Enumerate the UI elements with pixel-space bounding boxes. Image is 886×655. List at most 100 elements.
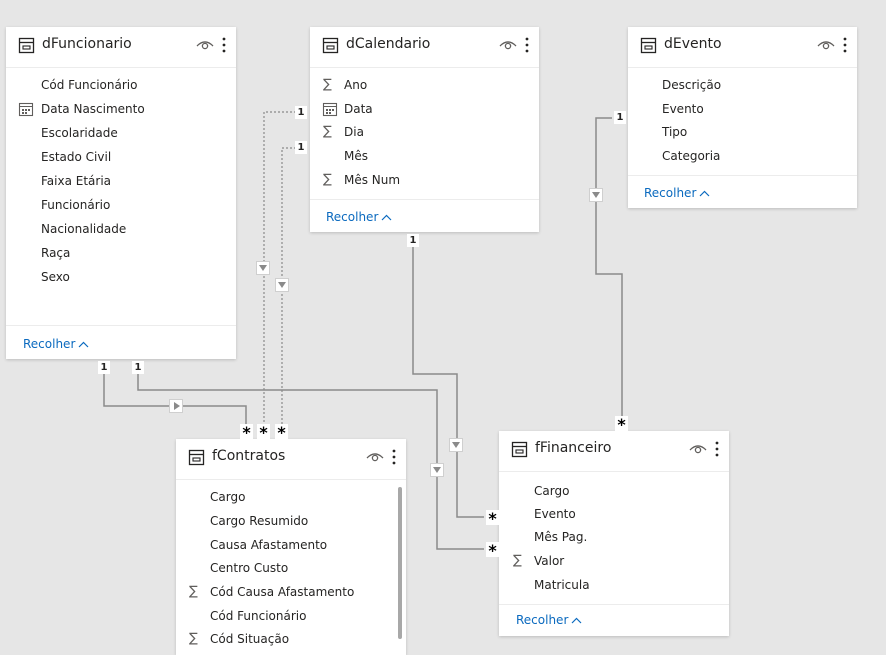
field-label: Valor bbox=[534, 554, 565, 568]
cardinality-many: * bbox=[257, 424, 270, 441]
table-card-fcontratos[interactable]: fContratos Cargo Cargo Resumido Causa Af… bbox=[176, 439, 406, 655]
divider bbox=[6, 325, 236, 326]
sigma-icon: ∑ bbox=[323, 124, 332, 139]
table-title: dCalendario bbox=[346, 36, 431, 52]
table-card-devento[interactable]: dEvento Descrição Evento Tipo Categoria … bbox=[628, 27, 857, 208]
table-title: fContratos bbox=[212, 448, 286, 464]
table-icon bbox=[511, 441, 528, 458]
eye-icon[interactable] bbox=[689, 442, 707, 456]
field-label: Tipo bbox=[662, 125, 688, 139]
divider bbox=[628, 175, 857, 176]
chevron-up-icon bbox=[699, 190, 710, 197]
cardinality-many: * bbox=[615, 416, 628, 433]
table-icon bbox=[322, 37, 339, 54]
field-label: Cargo Resumido bbox=[210, 514, 309, 528]
scrollbar[interactable] bbox=[398, 487, 402, 639]
sigma-icon: ∑ bbox=[189, 584, 198, 599]
filter-arrow-down bbox=[589, 188, 603, 202]
cardinality-one: 1 bbox=[132, 361, 144, 374]
more-options-icon[interactable] bbox=[524, 36, 530, 54]
table-title: fFinanceiro bbox=[535, 440, 612, 456]
cardinality-many: * bbox=[275, 424, 288, 441]
table-header[interactable]: dCalendario bbox=[310, 27, 539, 68]
filter-arrow-right bbox=[169, 399, 183, 413]
table-header[interactable]: fContratos bbox=[176, 439, 406, 480]
field-label: Ano bbox=[344, 78, 368, 92]
field-label: Cód Funcionário bbox=[210, 609, 307, 623]
table-header[interactable]: dEvento bbox=[628, 27, 857, 68]
collapse-label: Recolher bbox=[644, 186, 697, 200]
calendar-icon bbox=[18, 102, 34, 117]
field-label: Dia bbox=[344, 125, 364, 139]
filter-arrow-down bbox=[256, 261, 270, 275]
calendar-icon bbox=[322, 102, 338, 117]
filter-arrow-down bbox=[430, 463, 444, 477]
collapse-label: Recolher bbox=[23, 337, 76, 351]
collapse-link[interactable]: Recolher bbox=[516, 613, 582, 627]
field-label: Cargo bbox=[210, 490, 246, 504]
more-options-icon[interactable] bbox=[221, 36, 227, 54]
field-label: Raça bbox=[41, 246, 71, 260]
field-label: Causa Afastamento bbox=[210, 538, 328, 552]
field-label: Estado Civil bbox=[41, 150, 112, 164]
field-label: Evento bbox=[662, 102, 704, 116]
chevron-up-icon bbox=[381, 214, 392, 221]
divider bbox=[310, 199, 539, 200]
table-icon bbox=[640, 37, 657, 54]
table-card-dcalendario[interactable]: dCalendario ∑ Ano Data ∑ Dia Mês ∑ Mês Num … bbox=[310, 27, 539, 232]
cardinality-many: * bbox=[486, 542, 499, 559]
collapse-label: Recolher bbox=[516, 613, 569, 627]
field-label: Descrição bbox=[662, 78, 722, 92]
field-label: Categoria bbox=[662, 149, 721, 163]
field-label: Centro Custo bbox=[210, 561, 289, 575]
field-label: Mês bbox=[344, 149, 368, 163]
field-label: Mês Pag. bbox=[534, 530, 588, 544]
chevron-up-icon bbox=[571, 617, 582, 624]
field-label: Faixa Etária bbox=[41, 174, 112, 188]
field-label: Data Nascimento bbox=[41, 102, 145, 116]
more-options-icon[interactable] bbox=[842, 36, 848, 54]
field-label: Matricula bbox=[534, 578, 590, 592]
cardinality-one: 1 bbox=[614, 111, 626, 124]
sigma-icon: ∑ bbox=[323, 172, 332, 187]
chevron-up-icon bbox=[78, 341, 89, 348]
field-label: Sexo bbox=[41, 270, 70, 284]
sigma-icon: ∑ bbox=[323, 77, 332, 92]
filter-arrow-down bbox=[275, 278, 289, 292]
rel-calendario-financeiro bbox=[412, 246, 484, 518]
table-header[interactable]: dFuncionario bbox=[6, 27, 236, 68]
eye-icon[interactable] bbox=[196, 38, 214, 52]
field-label: Data bbox=[344, 102, 373, 116]
divider bbox=[499, 604, 729, 605]
cardinality-many: * bbox=[486, 510, 499, 527]
cardinality-one: 1 bbox=[98, 361, 110, 374]
eye-icon[interactable] bbox=[499, 38, 517, 52]
cardinality-one: 1 bbox=[295, 141, 307, 154]
sigma-icon: ∑ bbox=[189, 631, 198, 646]
collapse-link[interactable]: Recolher bbox=[23, 337, 89, 351]
sigma-icon: ∑ bbox=[513, 553, 522, 568]
field-label: Nacionalidade bbox=[41, 222, 127, 236]
field-label: Cód Funcionário bbox=[41, 78, 138, 92]
eye-icon[interactable] bbox=[366, 450, 384, 464]
field-label: Cód Situação bbox=[210, 632, 290, 646]
table-icon bbox=[188, 449, 205, 466]
table-title: dFuncionario bbox=[42, 36, 132, 52]
field-label: Cargo bbox=[534, 484, 570, 498]
collapse-link[interactable]: Recolher bbox=[644, 186, 710, 200]
field-label: Evento bbox=[534, 507, 576, 521]
field-label: Funcionário bbox=[41, 198, 111, 212]
eye-icon[interactable] bbox=[817, 38, 835, 52]
field-label: Cód Causa Afastamento bbox=[210, 585, 355, 599]
table-title: dEvento bbox=[664, 36, 722, 52]
table-card-ffinanceiro[interactable]: fFinanceiro Cargo Evento Mês Pag. ∑ Valor… bbox=[499, 431, 729, 636]
rel-evento-financeiro bbox=[595, 117, 623, 418]
collapse-label: Recolher bbox=[326, 210, 379, 224]
field-label: Escolaridade bbox=[41, 126, 118, 140]
table-card-dfuncionario[interactable]: dFuncionario Cód Funcionário Data Nascim… bbox=[6, 27, 236, 359]
table-header[interactable]: fFinanceiro bbox=[499, 431, 729, 472]
more-options-icon[interactable] bbox=[714, 440, 720, 458]
more-options-icon[interactable] bbox=[391, 448, 397, 466]
cardinality-one: 1 bbox=[407, 234, 419, 247]
collapse-link[interactable]: Recolher bbox=[326, 210, 392, 224]
